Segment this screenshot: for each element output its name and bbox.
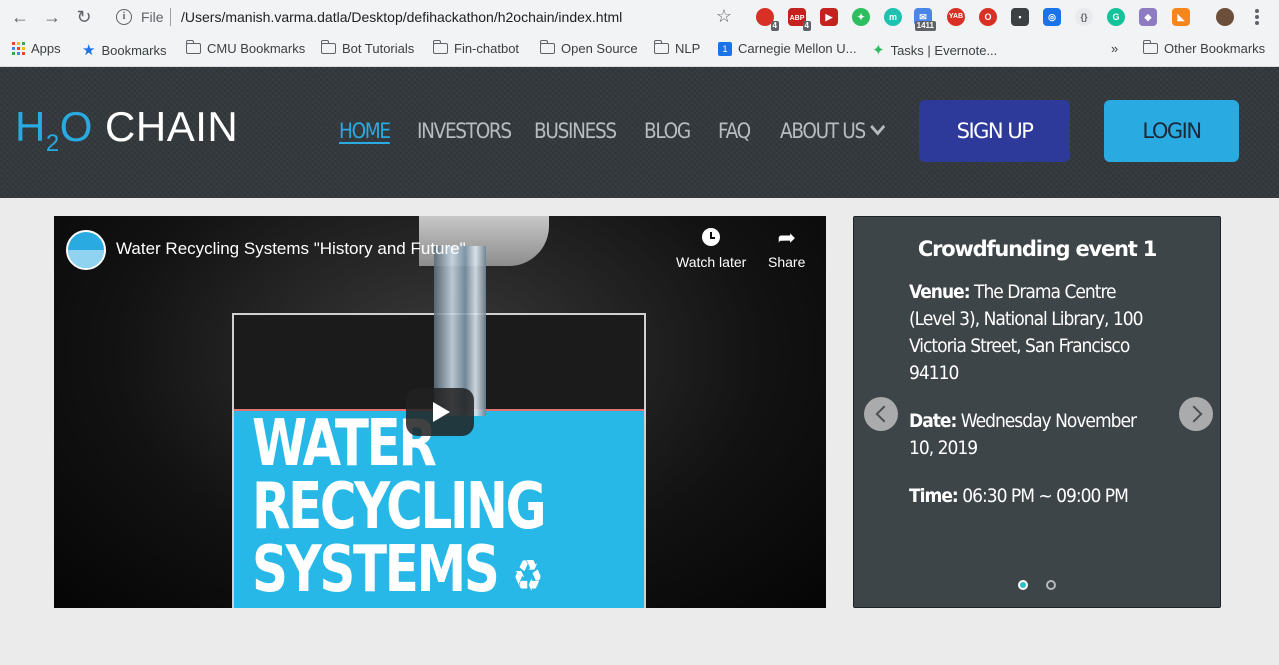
bookmark-label: Tasks | Evernote... bbox=[890, 42, 998, 58]
folder-icon bbox=[539, 40, 555, 54]
adblock-extension-icon[interactable]: ABP 4 bbox=[788, 8, 811, 31]
address-bar[interactable]: i File /Users/manish.varma.datla/Desktop… bbox=[108, 4, 740, 30]
bookmark-apps[interactable]: Apps bbox=[12, 41, 61, 56]
calendar-icon: 1 bbox=[718, 41, 732, 56]
folder-icon bbox=[320, 40, 336, 54]
water-graphic: WATER RECYCLING SYSTEMS ♻ bbox=[234, 409, 644, 608]
evernote-icon: ✦ bbox=[872, 42, 885, 59]
share-label: Share bbox=[768, 254, 806, 270]
star-icon: ★ bbox=[82, 42, 96, 59]
carousel-next-icon[interactable] bbox=[1179, 397, 1213, 431]
yab-extension-icon[interactable]: YAB bbox=[947, 8, 965, 26]
share-arrow-icon: ➦ bbox=[777, 225, 796, 250]
video-player[interactable]: WATER RECYCLING SYSTEMS ♻ Water Recyclin… bbox=[54, 216, 826, 608]
chevron-down-icon bbox=[869, 118, 885, 136]
bookmark-star-icon[interactable]: ☆ bbox=[716, 6, 732, 27]
nav-about-us[interactable]: ABOUT US bbox=[780, 118, 885, 143]
scheme-label: File bbox=[141, 9, 164, 25]
apps-grid-icon bbox=[12, 42, 25, 55]
metamask-extension-icon[interactable]: ◣ bbox=[1172, 8, 1190, 26]
bookmark-label: Other Bookmarks bbox=[1164, 41, 1266, 56]
folder-icon bbox=[432, 40, 448, 54]
watch-later-button[interactable]: Watch later bbox=[676, 228, 746, 270]
octotree-extension-icon[interactable]: ◆ bbox=[1139, 8, 1157, 26]
channel-avatar[interactable] bbox=[66, 230, 106, 270]
folder-icon bbox=[1142, 40, 1158, 54]
clock-icon bbox=[702, 228, 721, 246]
event-date: Date: Wednesday November 10, 2019 bbox=[909, 410, 1137, 459]
bookmark-label: Open Source bbox=[561, 41, 638, 56]
carousel-prev-icon[interactable] bbox=[864, 397, 898, 431]
bookmark-fin-chatbot[interactable]: Fin-chatbot bbox=[432, 40, 520, 56]
reload-icon[interactable]: ↻ bbox=[74, 7, 94, 27]
nav-business[interactable]: BUSINESS bbox=[534, 119, 617, 143]
bookmark-label: Fin-chatbot bbox=[454, 41, 520, 56]
profile-avatar[interactable] bbox=[1216, 8, 1234, 26]
bookmark-tasks-evernote[interactable]: ✦ Tasks | Evernote... bbox=[872, 41, 997, 59]
video-extension-icon[interactable]: ▶ bbox=[820, 8, 838, 26]
bookmark-label: NLP bbox=[675, 41, 701, 56]
forward-arrow-icon[interactable]: → bbox=[42, 7, 62, 27]
site-logo[interactable]: H2O CHAIN bbox=[15, 103, 238, 158]
bookmark-carnegie-mellon[interactable]: 1 Carnegie Mellon U... bbox=[718, 41, 857, 56]
watch-later-label: Watch later bbox=[676, 254, 747, 270]
bookmark-bot-tutorials[interactable]: Bot Tutorials bbox=[320, 40, 415, 56]
back-arrow-icon[interactable]: ← bbox=[10, 7, 30, 27]
video-title[interactable]: Water Recycling Systems "History and Fut… bbox=[116, 239, 466, 259]
share-button[interactable]: ➦ Share bbox=[768, 225, 806, 271]
url-text[interactable]: /Users/manish.varma.datla/Desktop/defiha… bbox=[181, 9, 622, 25]
compass-extension-icon[interactable]: ◎ bbox=[1043, 8, 1061, 26]
nav-blog[interactable]: BLOG bbox=[644, 119, 691, 143]
code-extension-icon[interactable]: {} bbox=[1075, 8, 1093, 26]
bookmark-other-bookmarks[interactable]: Other Bookmarks bbox=[1142, 40, 1266, 56]
bookmark-label: Apps bbox=[31, 41, 61, 56]
address-separator bbox=[170, 8, 171, 26]
bookmark-nlp[interactable]: NLP bbox=[653, 40, 701, 56]
browser-toolbar: ← → ↻ i File /Users/manish.varma.datla/D… bbox=[0, 0, 1279, 34]
event-time: Time: 06:30 PM ~ 09:00 PM bbox=[909, 485, 1129, 507]
bookmark-label: Bot Tutorials bbox=[342, 41, 415, 56]
play-icon[interactable] bbox=[406, 388, 474, 436]
mail-extension-icon[interactable]: ✉ 1411 bbox=[914, 8, 936, 31]
site-header: H2O CHAIN HOME INVESTORS BUSINESS BLOG F… bbox=[0, 67, 1279, 198]
event-details: Venue: The Drama Centre (Level 3), Natio… bbox=[909, 279, 1157, 531]
bookmark-bookmarks[interactable]: ★ Bookmarks bbox=[82, 41, 166, 59]
bookmarks-bar: Apps ★ Bookmarks CMU Bookmarks Bot Tutor… bbox=[0, 34, 1279, 67]
opera-extension-icon[interactable]: O bbox=[979, 8, 997, 26]
terminal-extension-icon[interactable]: ▪ bbox=[1011, 8, 1029, 26]
nav-home[interactable]: HOME bbox=[339, 119, 391, 143]
carousel-indicator-1[interactable] bbox=[1018, 580, 1028, 590]
event-title: Crowdfunding event 1 bbox=[917, 237, 1157, 261]
recycle-icon: ♻ bbox=[512, 551, 544, 602]
evernote-extension-icon[interactable]: ✦ bbox=[852, 8, 870, 26]
folder-icon bbox=[653, 40, 669, 54]
extension-icon[interactable]: 4 bbox=[756, 8, 779, 31]
event-carousel: Crowdfunding event 1 Venue: The Drama Ce… bbox=[853, 216, 1221, 608]
folder-icon bbox=[185, 40, 201, 54]
grammarly-extension-icon[interactable]: G bbox=[1107, 8, 1125, 26]
bookmark-label: CMU Bookmarks bbox=[207, 41, 306, 56]
login-button[interactable]: LOGIN bbox=[1104, 100, 1239, 162]
thumbnail-title: WATER RECYCLING SYSTEMS ♻ bbox=[252, 407, 547, 607]
bookmark-open-source[interactable]: Open Source bbox=[539, 40, 638, 56]
bookmarks-overflow-button[interactable]: » bbox=[1111, 41, 1118, 56]
bookmark-label: Carnegie Mellon U... bbox=[738, 41, 857, 56]
nav-about-us-label: ABOUT US bbox=[780, 119, 866, 143]
bookmark-cmu[interactable]: CMU Bookmarks bbox=[185, 40, 306, 56]
browser-menu-icon[interactable] bbox=[1251, 7, 1263, 27]
mercury-extension-icon[interactable]: m bbox=[884, 8, 902, 26]
carousel-indicator-2[interactable] bbox=[1046, 580, 1056, 590]
nav-investors[interactable]: INVESTORS bbox=[417, 119, 512, 143]
info-icon[interactable]: i bbox=[116, 9, 132, 25]
sign-up-button[interactable]: SIGN UP bbox=[919, 100, 1070, 162]
event-venue: Venue: The Drama Centre (Level 3), Natio… bbox=[909, 281, 1143, 384]
bookmark-label: Bookmarks bbox=[101, 42, 167, 58]
nav-faq[interactable]: FAQ bbox=[718, 119, 751, 143]
